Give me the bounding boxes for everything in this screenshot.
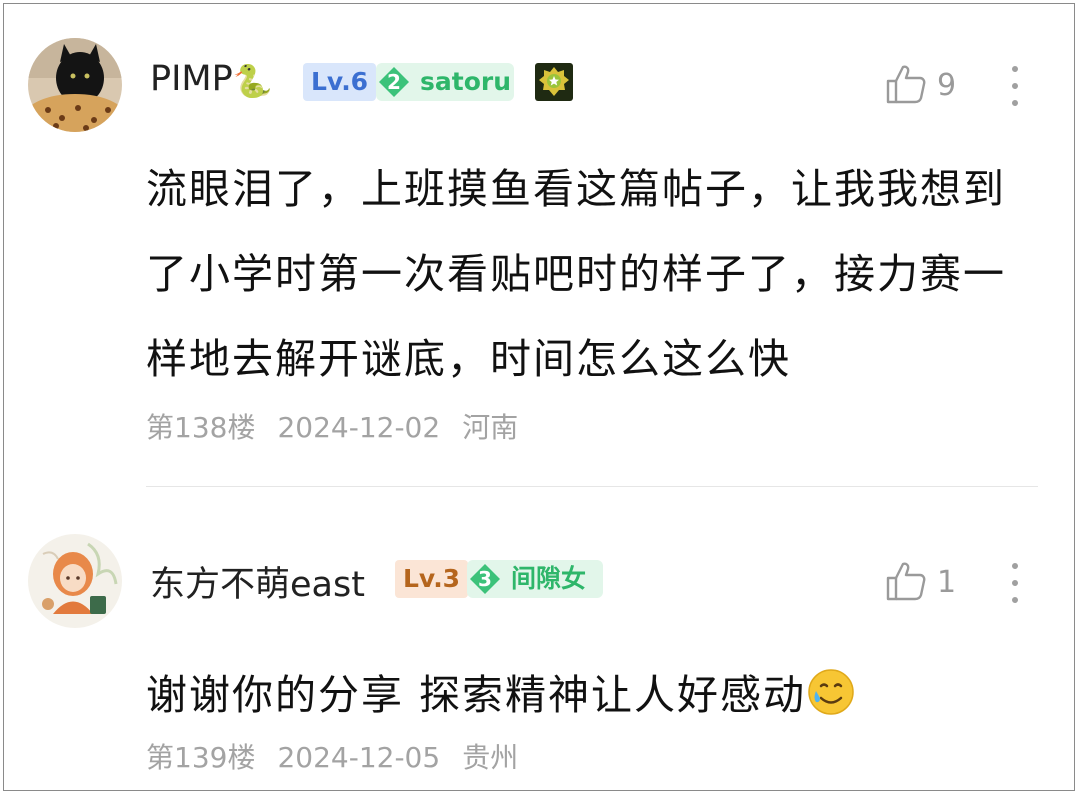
more-options-icon[interactable]	[1008, 561, 1022, 605]
floor-number: 第138楼	[146, 411, 256, 444]
like-count: 9	[937, 68, 957, 103]
post-date: 2024-12-02	[277, 411, 441, 444]
snake-emoji: 🐍	[232, 62, 273, 100]
level-badge: Lv.6	[303, 63, 377, 101]
comment-text: 流眼泪了，上班摸鱼看这篇帖子，让我我想到了小学时第一次看贴吧时的样子了，接力赛一…	[146, 165, 1006, 383]
thumbs-up-icon[interactable]	[884, 559, 928, 603]
post-date: 2024-12-05	[277, 741, 441, 774]
like-count: 1	[937, 565, 957, 600]
floor-number: 第139楼	[146, 741, 256, 774]
star-medal-icon	[535, 63, 573, 101]
comment-item: PIMP🐍 Lv.6 2 satoru 9 流眼泪了，上班摸鱼看这篇帖子，让我我…	[4, 4, 1074, 486]
smiling-face-with-tear-icon	[808, 669, 854, 715]
username[interactable]: 东方不萌east	[150, 556, 365, 607]
comment-meta: 第138楼 2024-12-02 河南	[146, 406, 540, 446]
username-text: PIMP	[150, 59, 233, 99]
fan-group-name: 间隙女	[511, 564, 587, 593]
username[interactable]: PIMP🐍	[150, 59, 273, 100]
comment-list: PIMP🐍 Lv.6 2 satoru 9 流眼泪了，上班摸鱼看这篇帖子，让我我…	[3, 3, 1075, 791]
more-options-icon[interactable]	[1008, 64, 1022, 108]
thumbs-up-icon[interactable]	[884, 62, 928, 106]
comment-meta: 第139楼 2024-12-05 贵州	[146, 736, 540, 776]
avatar[interactable]	[28, 38, 122, 132]
comment-text-content: 谢谢你的分享 探索精神让人好感动	[146, 671, 807, 719]
location: 贵州	[462, 741, 519, 774]
fan-level: 3	[478, 567, 492, 591]
avatar[interactable]	[28, 534, 122, 628]
level-badge: Lv.3	[395, 560, 469, 598]
location: 河南	[462, 411, 519, 444]
fan-badge[interactable]: 3 间隙女	[467, 560, 603, 598]
fan-level: 2	[387, 70, 401, 94]
fan-badge[interactable]: 2 satoru	[376, 63, 514, 101]
fan-group-name: satoru	[420, 67, 512, 96]
comment-item: 东方不萌east Lv.3 3 间隙女 1 谢谢你的分享 探索精神让人好感动 第…	[4, 486, 1074, 792]
comment-text: 谢谢你的分享 探索精神让人好感动	[146, 653, 1046, 738]
